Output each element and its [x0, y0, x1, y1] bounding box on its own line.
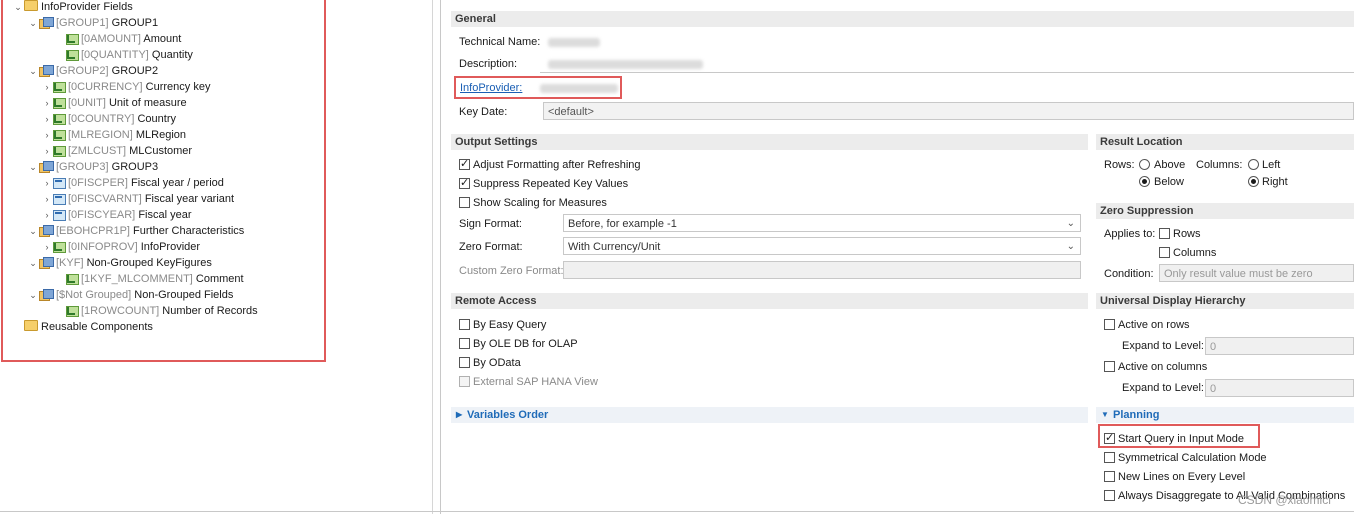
udh-header: Universal Display Hierarchy [1096, 293, 1354, 309]
output-settings-header: Output Settings [451, 134, 1088, 150]
columns-label: Columns: [1196, 159, 1243, 171]
outline-tree-pane: ⌄ InfoProvider Fields ⌄ [GROUP1] GROUP1 [0AM… [0, 0, 433, 514]
technical-name-label: Technical Name: [459, 36, 541, 48]
zero-suppression-header: Zero Suppression [1096, 203, 1354, 219]
bottom-border [0, 511, 1354, 512]
rows-above-radio[interactable] [1139, 159, 1150, 170]
condition-label: Condition: [1104, 268, 1154, 280]
zero-format-label: Zero Format: [459, 241, 523, 253]
planning-label: Planning [1113, 409, 1160, 421]
condition-select[interactable]: Only result value must be zero [1159, 264, 1354, 282]
rows-below-label[interactable]: Below [1154, 174, 1184, 190]
ole-db-label[interactable]: By OLE DB for OLAP [473, 336, 578, 352]
udh-active-columns-checkbox[interactable] [1104, 361, 1115, 372]
chevron-down-icon: ⌄ [1066, 241, 1075, 252]
always-disaggregate-checkbox[interactable] [1104, 490, 1115, 501]
variables-order-header[interactable]: ▶ Variables Order [451, 407, 1088, 423]
key-date-label: Key Date: [459, 106, 508, 118]
udh-active-rows-checkbox[interactable] [1104, 319, 1115, 330]
chevron-down-icon: ▼ [1101, 410, 1109, 419]
planning-highlight-box [1098, 424, 1260, 448]
new-lines-checkbox[interactable] [1104, 471, 1115, 482]
zero-format-value: With Currency/Unit [568, 241, 661, 253]
symmetrical-checkbox[interactable] [1104, 452, 1115, 463]
odata-label[interactable]: By OData [473, 355, 521, 371]
columns-left-label[interactable]: Left [1262, 157, 1280, 173]
pane-divider[interactable] [440, 0, 441, 514]
query-properties-pane: General Technical Name: Description: Inf… [440, 0, 1354, 514]
variables-order-label: Variables Order [467, 409, 549, 421]
planning-header[interactable]: ▼ Planning [1096, 407, 1354, 423]
applies-to-label: Applies to: [1104, 228, 1156, 240]
sign-format-label: Sign Format: [459, 218, 522, 230]
udh-active-columns-label[interactable]: Active on columns [1118, 359, 1207, 375]
adjust-formatting-label[interactable]: Adjust Formatting after Refreshing [473, 157, 641, 173]
suppress-repeated-checkbox[interactable] [459, 176, 470, 189]
new-lines-label[interactable]: New Lines on Every Level [1118, 469, 1245, 485]
rows-below-radio[interactable] [1139, 176, 1150, 187]
custom-zero-format-input[interactable] [563, 261, 1081, 279]
chevron-right-icon: ▶ [456, 410, 463, 419]
hana-view-label: External SAP HANA View [473, 376, 598, 388]
udh-active-rows-label[interactable]: Active on rows [1118, 317, 1190, 333]
infoprovider-highlight-box [454, 76, 622, 99]
easy-query-label[interactable]: By Easy Query [473, 317, 546, 333]
key-date-field[interactable]: <default> [543, 102, 1354, 120]
result-location-header: Result Location [1096, 134, 1354, 150]
symmetrical-label[interactable]: Symmetrical Calculation Mode [1118, 450, 1267, 466]
watermark: CSDN @xiaomici [1238, 493, 1331, 507]
udh-expand-columns-input[interactable]: 0 [1205, 379, 1354, 397]
ole-db-checkbox[interactable] [459, 338, 470, 349]
rows-label: Rows: [1104, 159, 1135, 171]
odata-checkbox[interactable] [459, 357, 470, 368]
zero-rows-label[interactable]: Rows [1173, 226, 1201, 242]
hana-view-checkbox[interactable] [459, 376, 470, 387]
adjust-formatting-checkbox[interactable] [459, 157, 470, 170]
columns-right-radio[interactable] [1248, 176, 1259, 187]
columns-right-label[interactable]: Right [1262, 174, 1288, 190]
sign-format-select[interactable]: Before, for example -1 ⌄ [563, 214, 1081, 232]
sign-format-value: Before, for example -1 [568, 218, 677, 230]
show-scaling-label[interactable]: Show Scaling for Measures [473, 195, 607, 211]
easy-query-checkbox[interactable] [459, 319, 470, 330]
zero-rows-checkbox[interactable] [1159, 228, 1170, 239]
remote-access-header: Remote Access [451, 293, 1088, 309]
zero-format-select[interactable]: With Currency/Unit ⌄ [563, 237, 1081, 255]
columns-left-radio[interactable] [1248, 159, 1259, 170]
zero-columns-label[interactable]: Columns [1173, 245, 1216, 261]
rows-above-label[interactable]: Above [1154, 157, 1185, 173]
tree-highlight-box [1, 0, 326, 362]
description-label: Description: [459, 58, 518, 70]
zero-columns-checkbox[interactable] [1159, 247, 1170, 258]
chevron-down-icon: ⌄ [1066, 218, 1075, 229]
udh-expand-rows-input[interactable]: 0 [1205, 337, 1354, 355]
technical-name-value [548, 38, 600, 47]
show-scaling-checkbox[interactable] [459, 197, 470, 208]
suppress-repeated-label[interactable]: Suppress Repeated Key Values [473, 176, 628, 192]
description-value [548, 60, 703, 69]
udh-expand-columns-label: Expand to Level: [1122, 382, 1204, 394]
general-section-header[interactable]: General [451, 11, 1354, 27]
udh-expand-rows-label: Expand to Level: [1122, 340, 1204, 352]
custom-zero-format-label: Custom Zero Format: [459, 265, 564, 277]
